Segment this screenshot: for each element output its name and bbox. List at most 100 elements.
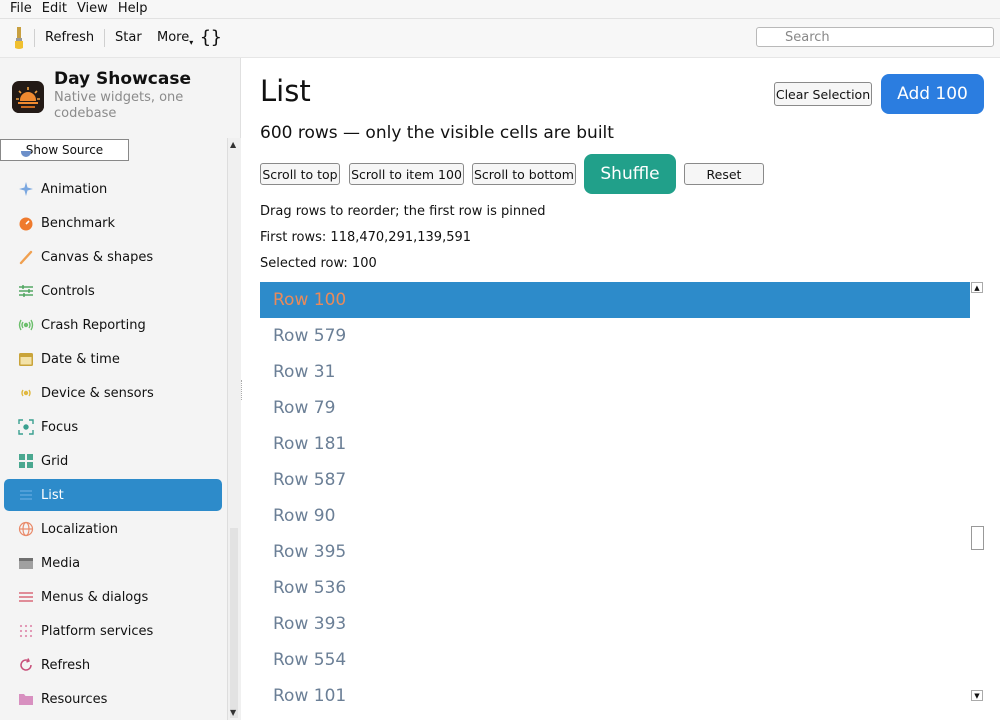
clear-selection-button[interactable]: Clear Selection xyxy=(774,82,872,106)
sidebar-item-refresh[interactable]: Refresh xyxy=(4,649,222,681)
dots-icon xyxy=(18,623,34,639)
sidebar-scroll-thumb[interactable] xyxy=(230,528,238,718)
table-row[interactable]: Row 393 xyxy=(260,606,970,642)
sidebar-item-label: Menus & dialogs xyxy=(41,589,149,605)
row-list[interactable]: Row 100 Row 579 Row 31 Row 79 Row 181 Ro… xyxy=(260,282,970,720)
list-subtitle: 600 rows — only the visible cells are bu… xyxy=(260,123,614,143)
add-100-button[interactable]: Add 100 xyxy=(881,74,984,114)
sidebar-item-label: Resources xyxy=(41,691,108,707)
table-row[interactable]: Row 587 xyxy=(260,462,970,498)
table-row[interactable]: Row 101 xyxy=(260,678,970,714)
table-row[interactable]: Row 536 xyxy=(260,570,970,606)
folder-icon xyxy=(18,691,34,707)
sidebar-item-grid[interactable]: Grid xyxy=(4,445,222,477)
globe-icon xyxy=(18,521,34,537)
sidebar-item-label: List xyxy=(41,487,64,503)
sidebar-item-label: Date & time xyxy=(41,351,120,367)
scroll-up-icon[interactable]: ▲ xyxy=(230,140,236,149)
more-button[interactable]: More▾ xyxy=(157,19,193,57)
show-source-button[interactable]: Show Source xyxy=(0,139,129,161)
table-row[interactable]: Row 181 xyxy=(260,426,970,462)
sidebar-item-label: Focus xyxy=(41,419,79,435)
sidebar-item-benchmark[interactable]: Benchmark xyxy=(4,207,222,239)
sidebar-item-controls[interactable]: Controls xyxy=(4,275,222,307)
sidebar-item-device-sensors[interactable]: Device & sensors xyxy=(4,377,222,409)
page-title: List xyxy=(260,74,311,108)
sidebar-item-label: Controls xyxy=(41,283,95,299)
refresh-button[interactable]: Refresh xyxy=(45,19,94,57)
sidebar-item-label: Benchmark xyxy=(41,215,116,231)
table-row[interactable]: Row 554 xyxy=(260,642,970,678)
sidebar-item-media[interactable]: Media xyxy=(4,547,222,579)
sidebar-item-label: Localization xyxy=(41,521,118,537)
sidebar-item-label: Crash Reporting xyxy=(41,317,146,333)
sidebar-item-animation[interactable]: Animation xyxy=(4,173,222,205)
menu-icon xyxy=(18,589,34,605)
scroll-to-bottom-button[interactable]: Scroll to bottom xyxy=(472,163,576,185)
menu-view[interactable]: View xyxy=(72,0,113,18)
list-icon xyxy=(18,487,34,503)
calendar-icon xyxy=(18,351,34,367)
star-button[interactable]: Star xyxy=(115,19,142,57)
table-row[interactable]: Row 395 xyxy=(260,534,970,570)
scroll-down-icon[interactable]: ▼ xyxy=(230,708,236,717)
scroll-up-icon[interactable]: ▲ xyxy=(971,282,983,293)
toolbar: Refresh Star More▾ {} xyxy=(0,19,1000,58)
sidebar-item-label: Device & sensors xyxy=(41,385,154,401)
list-scrollbar[interactable]: ▲ ▼ xyxy=(970,282,986,706)
sidebar-item-crash-reporting[interactable]: Crash Reporting xyxy=(4,309,222,341)
menu-help[interactable]: Help xyxy=(113,0,153,18)
refresh-icon xyxy=(18,657,34,673)
first-rows-text: First rows: 118,470,291,139,591 xyxy=(260,230,472,245)
gauge-icon xyxy=(18,215,34,231)
clapper-icon xyxy=(18,555,34,571)
scroll-to-top-button[interactable]: Scroll to top xyxy=(260,163,340,185)
menubar: File Edit View Help xyxy=(0,0,1000,19)
list-scroll-thumb[interactable] xyxy=(971,526,984,550)
scroll-down-icon[interactable]: ▼ xyxy=(971,690,983,701)
grid-icon xyxy=(18,453,34,469)
sidebar-item-label: Platform services xyxy=(41,623,154,639)
app-subtitle: Native widgets, one codebase xyxy=(54,90,184,121)
search-input[interactable] xyxy=(756,27,994,47)
more-label: More xyxy=(157,30,190,45)
sliders-icon xyxy=(18,283,34,299)
sidebar-scrollbar[interactable]: ▲ ▼ xyxy=(227,138,241,720)
scroll-to-item-button[interactable]: Scroll to item 100 xyxy=(349,163,464,185)
shuffle-button[interactable]: Shuffle xyxy=(584,154,676,194)
braces-icon[interactable]: {} xyxy=(200,19,222,57)
table-row[interactable]: Row 31 xyxy=(260,354,970,390)
menu-file[interactable]: File xyxy=(0,0,37,18)
sidebar-item-label: Canvas & shapes xyxy=(41,249,154,265)
app-title: Day Showcase xyxy=(54,69,191,89)
sidebar-item-label: Animation xyxy=(41,181,108,197)
sidebar-item-focus[interactable]: Focus xyxy=(4,411,222,443)
splitter-handle[interactable] xyxy=(241,380,244,400)
table-row[interactable]: Row 579 xyxy=(260,318,970,354)
sidebar-item-label: Refresh xyxy=(41,657,91,673)
broadcast-icon xyxy=(18,317,34,333)
app-logo-icon xyxy=(12,81,44,113)
table-row[interactable]: Row 79 xyxy=(260,390,970,426)
sidebar-item-canvas[interactable]: Canvas & shapes xyxy=(4,241,222,273)
drag-hint-text: Drag rows to reorder; the first row is p… xyxy=(260,204,546,219)
toolbar-separator xyxy=(34,29,35,47)
table-row[interactable]: Row 100 xyxy=(260,282,970,318)
menu-edit[interactable]: Edit xyxy=(37,0,72,18)
sidebar-item-localization[interactable]: Localization xyxy=(4,513,222,545)
sidebar-item-menus-dialogs[interactable]: Menus & dialogs xyxy=(4,581,222,613)
table-row[interactable]: Row 90 xyxy=(260,498,970,534)
sidebar-item-resources[interactable]: Resources xyxy=(4,683,222,715)
sidebar-item-list[interactable]: List xyxy=(4,479,222,511)
brush-icon xyxy=(18,249,34,265)
reset-button[interactable]: Reset xyxy=(684,163,764,185)
sidebar-item-label: Grid xyxy=(41,453,69,469)
sidebar-item-date-time[interactable]: Date & time xyxy=(4,343,222,375)
focus-icon xyxy=(18,419,34,435)
toolbar-separator xyxy=(104,29,105,47)
sidebar-item-platform-services[interactable]: Platform services xyxy=(4,615,222,647)
sidebar-item-label: Media xyxy=(41,555,81,571)
chevron-down-icon: ▾ xyxy=(189,38,194,47)
selected-row-text: Selected row: 100 xyxy=(260,256,377,271)
sparkle-icon xyxy=(18,181,34,197)
